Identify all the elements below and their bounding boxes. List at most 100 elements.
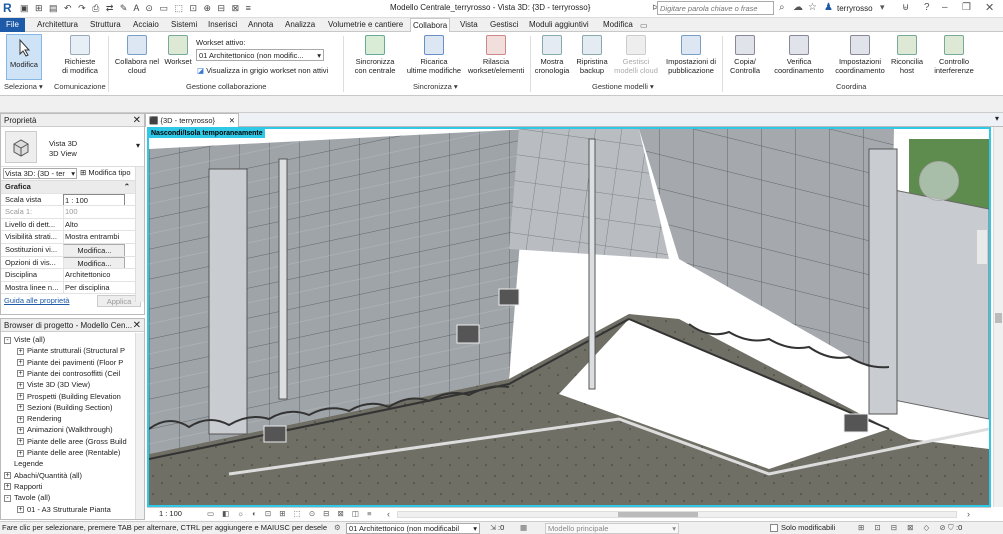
- prop-value[interactable]: Architettonico: [63, 269, 125, 281]
- tree-item[interactable]: - Tavole (all): [4, 492, 50, 503]
- ripristina-backup-button[interactable]: Ripristina backup: [574, 35, 610, 75]
- tree-item[interactable]: + Sezioni (Building Section): [17, 402, 112, 413]
- tree-item[interactable]: + Viste 3D (3D View): [17, 379, 90, 390]
- mostra-cronologia-button[interactable]: Mostra cronologia: [532, 35, 572, 75]
- search-icon[interactable]: ⌕: [779, 2, 785, 13]
- workset-button[interactable]: Workset: [163, 35, 193, 66]
- tree-item[interactable]: + Rendering: [17, 413, 62, 424]
- view-tab[interactable]: ⬛ {3D - terryrosso} ✕: [145, 113, 239, 127]
- edit-type-button[interactable]: ⊞ Modifica tipo: [80, 168, 131, 177]
- scale-label[interactable]: 1 : 100: [159, 508, 182, 520]
- user-name[interactable]: terryrosso: [837, 4, 873, 13]
- impostazioni-pubblicazione-button[interactable]: Impostazioni di pubblicazione: [663, 35, 719, 75]
- expand-icon[interactable]: +: [17, 438, 24, 446]
- tab-acciaio[interactable]: Acciaio: [131, 18, 161, 32]
- tab-annota[interactable]: Annota: [246, 18, 275, 32]
- only-editable-checkbox[interactable]: [770, 524, 778, 532]
- viewport-horizontal-scrollbar[interactable]: [397, 511, 957, 518]
- properties-scrollbar[interactable]: [135, 167, 144, 302]
- tree-item[interactable]: + Prospetti (Building Elevation: [17, 391, 121, 402]
- workset-select[interactable]: 01 Architettonico (non modific... ▾: [196, 49, 324, 61]
- expand-icon[interactable]: +: [17, 449, 24, 457]
- view-control-icons[interactable]: ▭ ◧ ☼ ◐ ⊡ ⊞ ⬚ ⊙ ⊟ ⊠ ◫ ≡: [207, 508, 374, 520]
- sincronizza-button[interactable]: Sincronizza con centrale: [350, 35, 400, 75]
- tab-gestisci[interactable]: Gestisci: [488, 18, 520, 32]
- copia-controlla-button[interactable]: Copia/ Controlla: [726, 35, 764, 75]
- tab-options-icon[interactable]: ▭: [640, 21, 650, 30]
- ricarica-button[interactable]: Ricarica ultime modifiche: [404, 35, 464, 75]
- viewcube-icon[interactable]: [919, 161, 959, 201]
- prop-value[interactable]: Alto: [63, 218, 125, 231]
- filter-icon[interactable]: ⛉: [948, 522, 954, 534]
- tree-item[interactable]: + Animazioni (Walkthrough): [17, 424, 113, 435]
- grigio-toggle[interactable]: ◪ Visualizza in grigio workset non attiv…: [197, 66, 328, 75]
- minimize-icon[interactable]: –: [942, 2, 948, 13]
- view-tab-close-icon[interactable]: ✕: [229, 114, 235, 127]
- prop-value[interactable]: Mostra entrambi: [63, 231, 125, 243]
- tree-item[interactable]: - Viste (all): [4, 334, 45, 345]
- expand-icon[interactable]: +: [17, 426, 24, 434]
- properties-close-icon[interactable]: ✕: [133, 114, 141, 127]
- tab-struttura[interactable]: Struttura: [88, 18, 123, 32]
- richieste-modifica-button[interactable]: Richieste di modifica: [55, 35, 105, 75]
- navigation-bar[interactable]: [976, 229, 988, 265]
- collapse-icon[interactable]: -: [4, 336, 11, 344]
- expand-icon[interactable]: +: [4, 483, 11, 491]
- view-tab-dropdown-icon[interactable]: ▾: [995, 114, 999, 123]
- expand-icon[interactable]: +: [17, 404, 24, 412]
- tab-volumetrie[interactable]: Volumetrie e cantiere: [326, 18, 405, 32]
- verifica-coordinamento-button[interactable]: Verifica coordinamento: [771, 35, 827, 75]
- prop-edit-button[interactable]: Modifica...: [63, 256, 125, 269]
- properties-guide-link[interactable]: Guida alle proprietà: [4, 296, 69, 305]
- user-icon[interactable]: ♟: [824, 2, 833, 13]
- prop-edit-button[interactable]: Modifica...: [63, 243, 125, 256]
- expand-icon[interactable]: +: [17, 370, 24, 378]
- design-option-select[interactable]: Modello principale ▾: [545, 523, 679, 534]
- viewport-vertical-scrollbar[interactable]: [993, 127, 1003, 507]
- scroll-left-icon[interactable]: ‹: [387, 508, 390, 520]
- expand-icon[interactable]: +: [17, 347, 24, 355]
- status-workset-select[interactable]: 01 Architettonico (non modificabil ▾: [346, 523, 480, 534]
- expand-icon[interactable]: +: [17, 506, 24, 514]
- tab-architettura[interactable]: Architettura: [35, 18, 80, 32]
- 3d-viewport[interactable]: Nascondi/Isola temporaneamente: [147, 127, 991, 507]
- section-grafica[interactable]: Grafica ⌃: [1, 181, 144, 194]
- tree-item[interactable]: + Piante strutturali (Structural P: [17, 345, 125, 356]
- scroll-right-icon[interactable]: ›: [967, 508, 970, 520]
- expand-icon[interactable]: +: [17, 381, 24, 389]
- search-input[interactable]: [657, 1, 774, 15]
- view-instance-select[interactable]: Vista 3D: {3D - ter ▾: [3, 168, 77, 179]
- tree-item[interactable]: + Piante dei controsoffitti (Ceil: [17, 368, 120, 379]
- gestisci-modelli-cloud-button[interactable]: Gestisci modelli cloud: [611, 35, 661, 75]
- tree-item[interactable]: + Rapporti: [4, 481, 42, 492]
- restore-icon[interactable]: ❐: [962, 2, 971, 13]
- group-seleziona[interactable]: Seleziona ▾: [4, 82, 43, 91]
- modifica-button[interactable]: Modifica: [6, 38, 42, 69]
- tab-analizza[interactable]: Analizza: [283, 18, 317, 32]
- tree-item[interactable]: +01 - A3 Strutturale Pianta: [17, 504, 111, 515]
- quick-access-toolbar[interactable]: ▣ ⊞ ▤ ↶ ↷ ⎙ ⇄ ✎ A ⊙ ▭ ⬚ ⊡ ⊕ ⊟ ⊠ ≡: [20, 3, 253, 14]
- controllo-interferenze-button[interactable]: Controllo interferenze: [930, 35, 978, 75]
- tree-item[interactable]: + Piante delle aree (Rentable): [17, 447, 120, 458]
- close-icon[interactable]: ✕: [985, 1, 994, 14]
- editable-only-icon[interactable]: ⇲: [490, 522, 496, 534]
- tree-item[interactable]: + Abachi/Quantità (all): [4, 470, 82, 481]
- cloud-icon[interactable]: ☁: [793, 2, 803, 13]
- tab-sistemi[interactable]: Sistemi: [169, 18, 199, 32]
- riconcilia-host-button[interactable]: Riconcilia host: [889, 35, 925, 75]
- expand-icon[interactable]: +: [17, 415, 24, 423]
- impostazioni-coordinamento-button[interactable]: Impostazioni coordinamento: [832, 35, 888, 75]
- revit-logo-icon[interactable]: R: [3, 2, 15, 15]
- tree-item[interactable]: Legende: [4, 458, 43, 469]
- expand-icon[interactable]: +: [17, 359, 24, 367]
- expand-icon[interactable]: +: [4, 472, 11, 480]
- tree-item[interactable]: + Piante dei pavimenti (Floor P: [17, 357, 123, 368]
- design-options-icon[interactable]: ▦: [520, 522, 527, 534]
- rilascia-button[interactable]: Rilascia workset/elementi: [466, 35, 526, 75]
- selection-filter-icons[interactable]: ⊞ ⊡ ⊟ ⊠ ◇ ⊘: [858, 522, 950, 534]
- user-dropdown-icon[interactable]: ▾: [880, 2, 885, 13]
- browser-close-icon[interactable]: ✕: [133, 319, 141, 332]
- browser-scrollbar[interactable]: [135, 333, 144, 519]
- group-gestione-modelli[interactable]: Gestione modelli ▾: [592, 82, 654, 91]
- expand-icon[interactable]: +: [17, 393, 24, 401]
